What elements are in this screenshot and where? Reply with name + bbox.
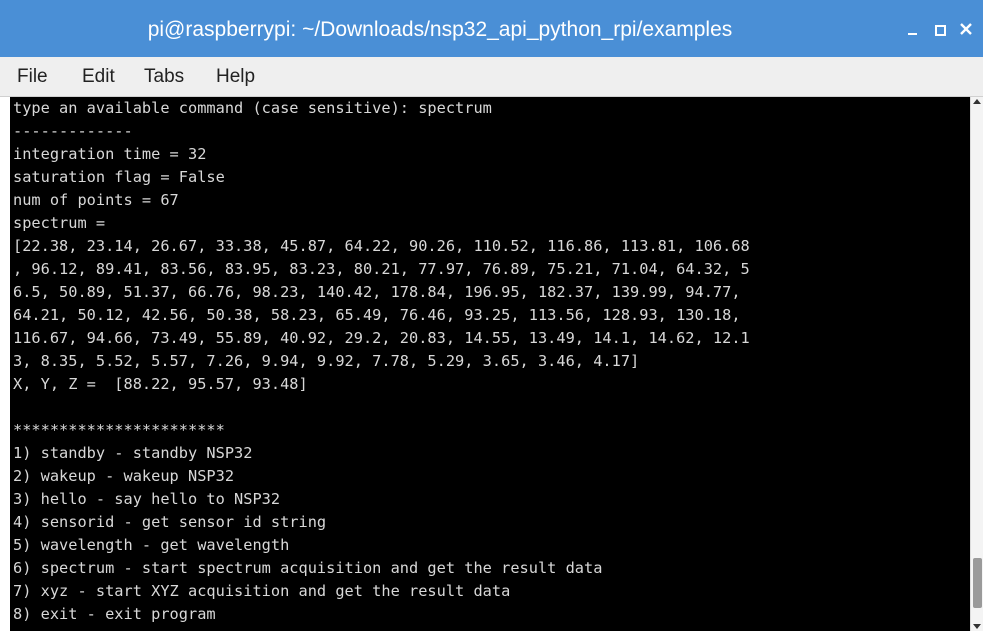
close-icon (960, 23, 972, 35)
maximize-icon (935, 25, 946, 36)
terminal-line: 6.5, 50.89, 51.37, 66.76, 98.23, 140.42,… (13, 283, 741, 301)
terminal-line: 6) spectrum - start spectrum acquisition… (13, 559, 603, 577)
terminal-line: 116.67, 94.66, 73.49, 55.89, 40.92, 29.2… (13, 329, 750, 347)
terminal-lines: type an available command (case sensitiv… (13, 97, 750, 626)
terminal-line: 8) exit - exit program (13, 605, 216, 623)
terminal-line: 2) wakeup - wakeup NSP32 (13, 467, 235, 485)
maximize-button[interactable] (929, 18, 951, 40)
terminal-line: 3, 8.35, 5.52, 5.57, 7.26, 9.94, 9.92, 7… (13, 352, 640, 370)
terminal-line: integration time = 32 (13, 145, 207, 163)
window-title: pi@raspberrypi: ~/Downloads/nsp32_api_py… (147, 18, 733, 41)
terminal-line: X, Y, Z = [88.22, 95.57, 93.48] (13, 375, 308, 393)
terminal-line: num of points = 67 (13, 191, 179, 209)
minimize-icon (908, 33, 917, 35)
terminal-window: pi@raspberrypi: ~/Downloads/nsp32_api_py… (0, 0, 983, 631)
terminal-line: *********************** (13, 421, 225, 439)
terminal-line: , 96.12, 89.41, 83.56, 83.95, 83.23, 80.… (13, 260, 750, 278)
terminal-line: saturation flag = False (13, 168, 225, 186)
menu-edit[interactable]: Edit (82, 57, 115, 96)
terminal-line: spectrum = (13, 214, 106, 232)
close-button[interactable] (955, 18, 977, 40)
terminal-line: 3) hello - say hello to NSP32 (13, 490, 281, 508)
terminal-line: 5) wavelength - get wavelength (13, 536, 290, 554)
menu-bar: File Edit Tabs Help (0, 57, 983, 97)
vertical-scrollbar[interactable] (970, 97, 983, 631)
terminal-line: [22.38, 23.14, 26.67, 33.38, 45.87, 64.2… (13, 237, 750, 255)
terminal-line: type an available command (case sensitiv… (13, 99, 492, 117)
title-bar[interactable]: pi@raspberrypi: ~/Downloads/nsp32_api_py… (0, 0, 983, 57)
scroll-down-arrow-icon[interactable] (973, 624, 981, 629)
minimize-button[interactable] (902, 18, 924, 40)
terminal-line: 64.21, 50.12, 42.56, 50.38, 58.23, 65.49… (13, 306, 741, 324)
terminal-line: 4) sensorid - get sensor id string (13, 513, 327, 531)
terminal-line: ------------- (13, 122, 133, 140)
menu-tabs[interactable]: Tabs (144, 57, 184, 96)
terminal-line: 7) xyz - start XYZ acquisition and get t… (13, 582, 511, 600)
terminal-line: 1) standby - standby NSP32 (13, 444, 253, 462)
menu-file[interactable]: File (17, 57, 48, 96)
scroll-thumb[interactable] (973, 558, 982, 608)
scroll-up-arrow-icon[interactable] (973, 99, 981, 104)
menu-help[interactable]: Help (216, 57, 255, 96)
terminal-output[interactable]: type an available command (case sensitiv… (10, 97, 970, 631)
